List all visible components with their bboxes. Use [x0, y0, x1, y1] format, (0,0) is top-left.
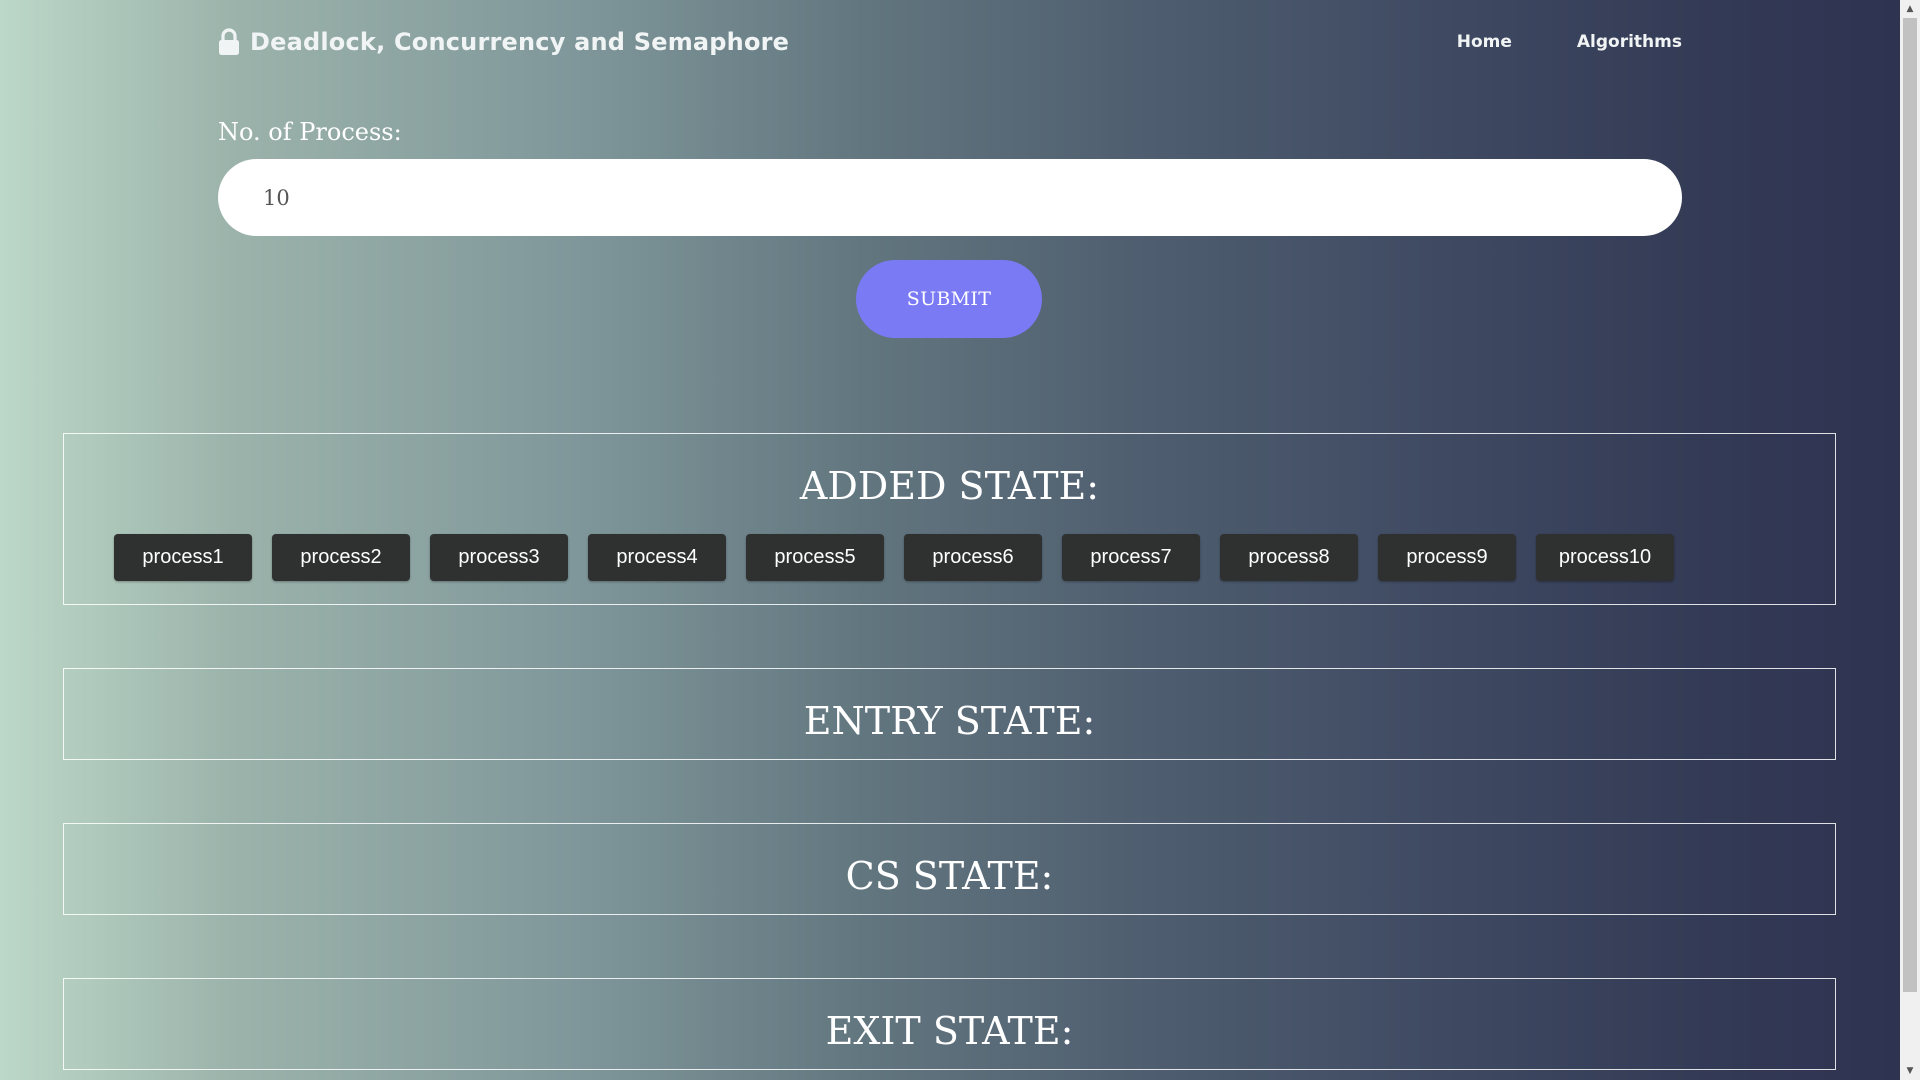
nav-home-link[interactable]: Home	[1457, 32, 1512, 52]
vertical-scrollbar[interactable]: ▲ ▼	[1900, 0, 1920, 1080]
cs-state-title: CS STATE:	[845, 854, 1054, 898]
exit-state-title: EXIT STATE:	[825, 1009, 1074, 1053]
process-chip[interactable]: process8	[1220, 534, 1358, 581]
scrollbar-thumb[interactable]	[1903, 18, 1917, 992]
process-chip[interactable]: process10	[1536, 534, 1674, 581]
submit-button[interactable]: SUBMIT	[856, 260, 1042, 338]
nav-algorithms-link[interactable]: Algorithms	[1577, 32, 1682, 52]
entry-state-panel: ENTRY STATE:	[63, 668, 1836, 760]
process-count-label: No. of Process:	[218, 118, 402, 146]
entry-state-title: ENTRY STATE:	[803, 699, 1096, 743]
process-count-input[interactable]	[218, 159, 1682, 236]
process-chip[interactable]: process9	[1378, 534, 1516, 581]
exit-state-panel: EXIT STATE:	[63, 978, 1836, 1070]
scroll-down-icon[interactable]: ▼	[1900, 1062, 1920, 1080]
brand[interactable]: Deadlock, Concurrency and Semaphore	[218, 28, 789, 56]
process-chip[interactable]: process6	[904, 534, 1042, 581]
process-form: No. of Process:	[218, 118, 1682, 236]
navbar: Deadlock, Concurrency and Semaphore Home…	[218, 24, 1682, 64]
cs-state-panel: CS STATE:	[63, 823, 1836, 915]
nav-links: Home Algorithms	[1457, 32, 1682, 52]
process-chip[interactable]: process5	[746, 534, 884, 581]
process-chip[interactable]: process2	[272, 534, 410, 581]
process-chip[interactable]: process1	[114, 534, 252, 581]
added-state-panel: ADDED STATE: process1 process2 process3 …	[63, 433, 1836, 605]
process-chip[interactable]: process4	[588, 534, 726, 581]
added-state-title: ADDED STATE:	[799, 464, 1100, 508]
lock-icon	[218, 28, 240, 56]
submit-wrap: SUBMIT	[856, 260, 1042, 338]
brand-title: Deadlock, Concurrency and Semaphore	[250, 28, 790, 56]
process-chip[interactable]: process7	[1062, 534, 1200, 581]
process-list: process1 process2 process3 process4 proc…	[114, 534, 1674, 581]
process-chip[interactable]: process3	[430, 534, 568, 581]
scroll-up-icon[interactable]: ▲	[1900, 0, 1920, 18]
